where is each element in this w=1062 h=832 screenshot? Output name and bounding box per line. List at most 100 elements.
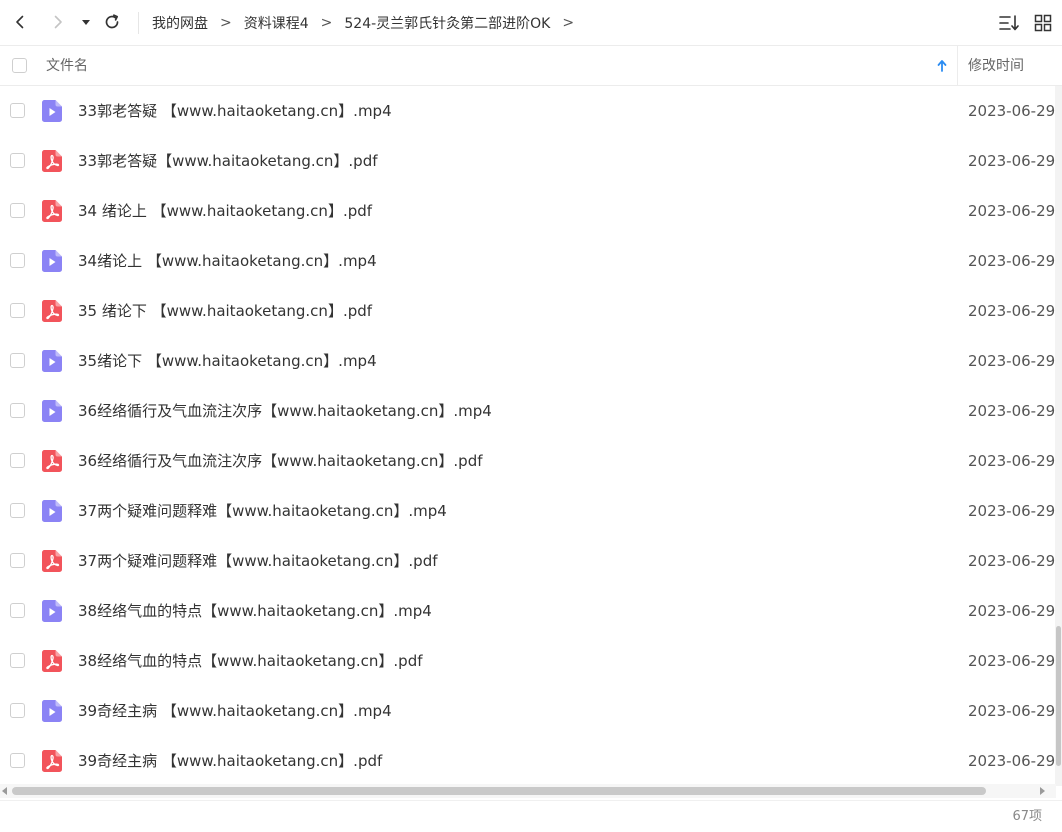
row-checkbox[interactable] <box>10 103 25 118</box>
toolbar-divider <box>138 12 139 34</box>
grid-view-icon <box>1034 14 1052 32</box>
file-row-4[interactable]: 34绪论上 【www.haitaoketang.cn】.mp4 2023-06-… <box>0 236 1056 286</box>
file-name[interactable]: 39奇经主病 【www.haitaoketang.cn】.pdf <box>78 736 382 786</box>
file-modified-time: 2023-06-29 <box>968 452 1056 470</box>
file-row-10[interactable]: 37两个疑难问题释难【www.haitaoketang.cn】.pdf 2023… <box>0 536 1056 586</box>
pdf-file-icon <box>42 550 62 572</box>
breadcrumb-item-current[interactable]: 524-灵兰郭氏针灸第二部进阶OK <box>344 13 550 33</box>
breadcrumb-item-folder[interactable]: 资料课程4 <box>244 13 309 33</box>
row-checkbox[interactable] <box>10 453 25 468</box>
file-modified-time: 2023-06-29 <box>968 302 1056 320</box>
file-browser-window: 我的网盘 > 资料课程4 > 524-灵兰郭氏针灸第二部进阶OK > 文件名 修… <box>0 0 1062 832</box>
pdf-file-icon <box>42 300 62 322</box>
file-name[interactable]: 33郭老答疑【www.haitaoketang.cn】.pdf <box>78 136 378 186</box>
refresh-icon <box>105 14 119 29</box>
pdf-file-icon <box>42 200 62 222</box>
file-row-13[interactable]: 39奇经主病 【www.haitaoketang.cn】.mp4 2023-06… <box>0 686 1056 736</box>
breadcrumb-expand-icon[interactable]: > <box>562 15 574 31</box>
history-dropdown-button[interactable] <box>74 8 98 36</box>
video-file-icon <box>42 250 62 272</box>
sort-list-icon <box>999 15 1019 31</box>
file-modified-time: 2023-06-29 <box>968 552 1056 570</box>
row-checkbox[interactable] <box>10 753 25 768</box>
row-checkbox[interactable] <box>10 503 25 518</box>
grid-view-button[interactable] <box>1030 10 1056 36</box>
file-row-14[interactable]: 39奇经主病 【www.haitaoketang.cn】.pdf 2023-06… <box>0 736 1056 786</box>
column-divider[interactable] <box>957 46 958 86</box>
file-name[interactable]: 37两个疑难问题释难【www.haitaoketang.cn】.mp4 <box>78 486 447 536</box>
file-name[interactable]: 38经络气血的特点【www.haitaoketang.cn】.pdf <box>78 636 423 686</box>
video-file-icon <box>42 600 62 622</box>
file-modified-time: 2023-06-29 <box>968 502 1056 520</box>
file-list-header: 文件名 修改时间 <box>0 46 1062 86</box>
row-checkbox[interactable] <box>10 203 25 218</box>
file-row-8[interactable]: 36经络循行及气血流注次序【www.haitaoketang.cn】.pdf 2… <box>0 436 1056 486</box>
column-header-name[interactable]: 文件名 <box>46 46 88 86</box>
pdf-file-icon <box>42 450 62 472</box>
file-row-9[interactable]: 37两个疑难问题释难【www.haitaoketang.cn】.mp4 2023… <box>0 486 1056 536</box>
file-name[interactable]: 38经络气血的特点【www.haitaoketang.cn】.mp4 <box>78 586 432 636</box>
file-row-3[interactable]: 34 绪论上 【www.haitaoketang.cn】.pdf 2023-06… <box>0 186 1056 236</box>
file-name[interactable]: 36经络循行及气血流注次序【www.haitaoketang.cn】.pdf <box>78 436 483 486</box>
file-row-7[interactable]: 36经络循行及气血流注次序【www.haitaoketang.cn】.mp4 2… <box>0 386 1056 436</box>
video-file-icon <box>42 700 62 722</box>
chevron-right-icon <box>54 15 62 29</box>
video-file-icon <box>42 400 62 422</box>
vertical-scrollbar-thumb[interactable] <box>1056 626 1061 766</box>
video-file-icon <box>42 500 62 522</box>
file-row-1[interactable]: 33郭老答疑 【www.haitaoketang.cn】.mp4 2023-06… <box>0 86 1056 136</box>
file-modified-time: 2023-06-29 <box>968 702 1056 720</box>
pdf-file-icon <box>42 150 62 172</box>
scroll-left-arrow-icon[interactable] <box>2 787 7 795</box>
file-modified-time: 2023-06-29 <box>968 352 1056 370</box>
select-all-checkbox[interactable] <box>12 58 27 73</box>
column-header-modified-time[interactable]: 修改时间 <box>968 46 1024 86</box>
item-count: 67项 <box>1012 809 1042 824</box>
file-row-6[interactable]: 35绪论下 【www.haitaoketang.cn】.mp4 2023-06-… <box>0 336 1056 386</box>
file-name[interactable]: 33郭老答疑 【www.haitaoketang.cn】.mp4 <box>78 86 392 136</box>
file-row-2[interactable]: 33郭老答疑【www.haitaoketang.cn】.pdf 2023-06-… <box>0 136 1056 186</box>
file-modified-time: 2023-06-29 <box>968 752 1056 770</box>
file-name[interactable]: 34绪论上 【www.haitaoketang.cn】.mp4 <box>78 236 377 286</box>
scroll-right-arrow-icon[interactable] <box>1040 787 1045 795</box>
sort-ascending-icon[interactable] <box>934 58 950 74</box>
breadcrumb-separator-icon: > <box>320 15 333 31</box>
row-checkbox[interactable] <box>10 153 25 168</box>
row-checkbox[interactable] <box>10 303 25 318</box>
file-name[interactable]: 35 绪论下 【www.haitaoketang.cn】.pdf <box>78 286 372 336</box>
file-name[interactable]: 35绪论下 【www.haitaoketang.cn】.mp4 <box>78 336 377 386</box>
status-bar: 67项 <box>0 800 1062 832</box>
refresh-button[interactable] <box>98 8 126 36</box>
file-name[interactable]: 36经络循行及气血流注次序【www.haitaoketang.cn】.mp4 <box>78 386 492 436</box>
file-name[interactable]: 37两个疑难问题释难【www.haitaoketang.cn】.pdf <box>78 536 438 586</box>
row-checkbox[interactable] <box>10 703 25 718</box>
file-name[interactable]: 39奇经主病 【www.haitaoketang.cn】.mp4 <box>78 686 392 736</box>
file-row-5[interactable]: 35 绪论下 【www.haitaoketang.cn】.pdf 2023-06… <box>0 286 1056 336</box>
chevron-left-icon <box>16 15 24 29</box>
caret-down-icon <box>82 20 90 25</box>
file-modified-time: 2023-06-29 <box>968 402 1056 420</box>
forward-button[interactable] <box>44 8 72 36</box>
file-row-12[interactable]: 38经络气血的特点【www.haitaoketang.cn】.pdf 2023-… <box>0 636 1056 686</box>
row-checkbox[interactable] <box>10 253 25 268</box>
horizontal-scrollbar-thumb[interactable] <box>12 787 986 795</box>
horizontal-scrollbar[interactable] <box>0 784 1056 798</box>
row-checkbox[interactable] <box>10 603 25 618</box>
row-checkbox[interactable] <box>10 353 25 368</box>
video-file-icon <box>42 100 62 122</box>
toolbar: 我的网盘 > 资料课程4 > 524-灵兰郭氏针灸第二部进阶OK > <box>0 0 1062 46</box>
file-name[interactable]: 34 绪论上 【www.haitaoketang.cn】.pdf <box>78 186 372 236</box>
file-list: 33郭老答疑 【www.haitaoketang.cn】.mp4 2023-06… <box>0 86 1056 786</box>
back-button[interactable] <box>6 8 34 36</box>
row-checkbox[interactable] <box>10 653 25 668</box>
breadcrumb-item-root[interactable]: 我的网盘 <box>152 13 208 33</box>
row-checkbox[interactable] <box>10 403 25 418</box>
row-checkbox[interactable] <box>10 553 25 568</box>
file-modified-time: 2023-06-29 <box>968 102 1056 120</box>
breadcrumb: 我的网盘 > 资料课程4 > 524-灵兰郭氏针灸第二部进阶OK > <box>152 0 586 46</box>
video-file-icon <box>42 350 62 372</box>
file-modified-time: 2023-06-29 <box>968 252 1056 270</box>
file-modified-time: 2023-06-29 <box>968 652 1056 670</box>
sort-button[interactable] <box>996 10 1022 36</box>
file-row-11[interactable]: 38经络气血的特点【www.haitaoketang.cn】.mp4 2023-… <box>0 586 1056 636</box>
